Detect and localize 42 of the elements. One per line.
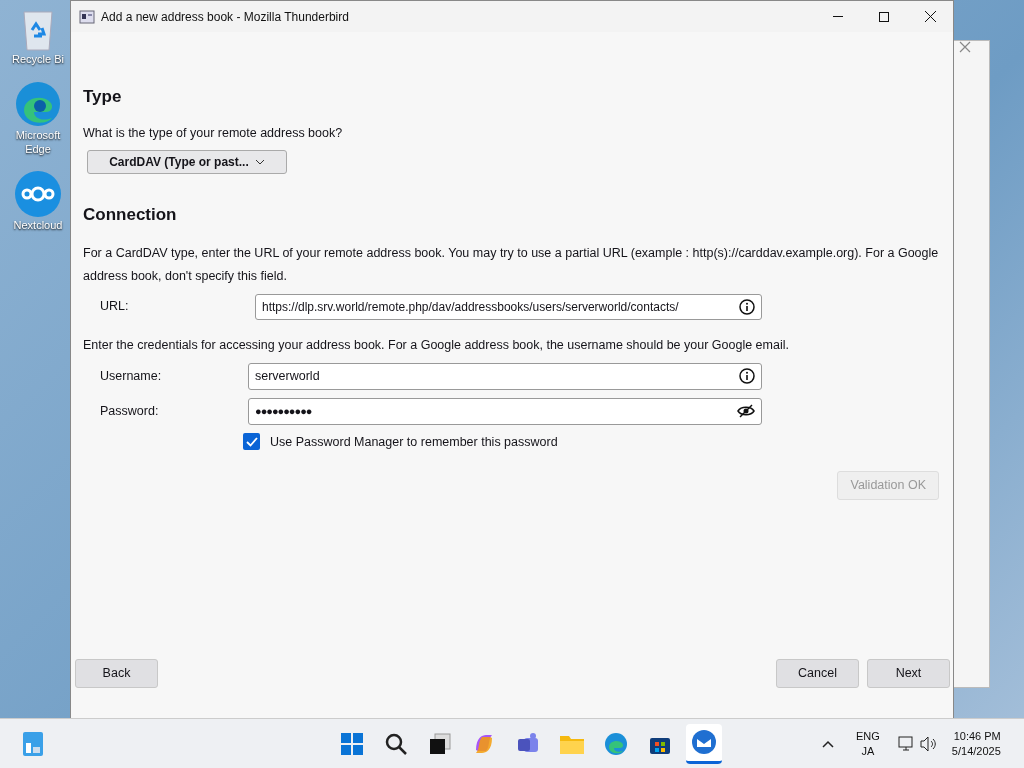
chevron-up-icon[interactable] xyxy=(822,739,834,748)
edge-logo-icon xyxy=(14,80,62,128)
clock-date[interactable]: 5/14/2025 xyxy=(951,743,1001,759)
credentials-description: Enter the credentials for accessing your address book. For a Google address book, the username should be your Google email. xyxy=(83,336,790,354)
edge-icon xyxy=(604,731,628,756)
language-indicator[interactable]: JA xyxy=(861,743,875,759)
password-field[interactable]: ●●●●●●●●●● xyxy=(248,397,762,425)
caret-icon xyxy=(254,159,265,166)
checkbox[interactable] xyxy=(243,433,260,451)
minimize-icon xyxy=(833,16,843,17)
info-icon xyxy=(739,298,755,315)
type-dropdown[interactable]: CardDAV (Type or past... xyxy=(87,150,287,175)
info-icon xyxy=(739,368,755,384)
back-button[interactable]: Back xyxy=(75,659,158,688)
checkbox-label: Use Password Manager to remember this password xyxy=(270,433,558,451)
username-label: Username: xyxy=(99,367,163,385)
nextcloud-logo-icon xyxy=(14,170,62,218)
task-view-icon xyxy=(428,731,452,756)
url-field[interactable]: https://dlp.srv.world/remote.php/dav/addressbooks/users/serverworld/contacts/ xyxy=(255,293,762,320)
connection-description: For a CardDAV type, enter the URL of your remote address book. You may try to use a partial URL (example : http(s)://carddav.example.org). For a Google address book, don't specify this field. xyxy=(83,244,940,285)
windows-start-icon xyxy=(340,731,364,756)
type-question: What is the type of your remote address book? xyxy=(83,124,344,142)
window-title: Add a new address book - Mozilla Thunderbird xyxy=(101,8,349,26)
username-field[interactable]: serverworld xyxy=(248,362,762,390)
url-label: URL: xyxy=(99,298,130,316)
close-icon xyxy=(924,11,936,22)
clock-time[interactable]: 10:46 PM xyxy=(953,728,1001,744)
close-icon[interactable] xyxy=(959,41,971,53)
section-heading: Connection xyxy=(83,204,178,227)
language-indicator[interactable]: ENG xyxy=(856,728,880,744)
speaker-icon[interactable] xyxy=(919,735,938,752)
search-icon xyxy=(384,731,408,756)
cancel-button[interactable]: Cancel xyxy=(776,659,859,688)
eye-slash-icon[interactable] xyxy=(737,404,755,418)
maximize-icon xyxy=(879,11,889,22)
next-button[interactable]: Next xyxy=(867,659,950,688)
password-label: Password: xyxy=(99,402,160,420)
widgets-icon[interactable] xyxy=(22,730,44,757)
section-heading: Type xyxy=(83,86,123,108)
mail-bird-icon xyxy=(691,729,717,755)
network-icon[interactable] xyxy=(897,735,916,752)
address-book-icon xyxy=(79,9,95,24)
